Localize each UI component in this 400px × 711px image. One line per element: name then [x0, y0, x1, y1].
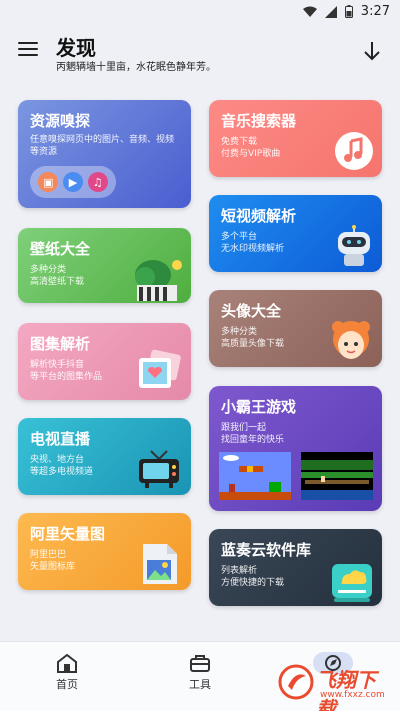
- card-desc: 多种分类 高质量头像下载: [221, 327, 285, 349]
- toolbox-icon: [165, 650, 235, 676]
- card-short-video-parser[interactable]: 短视频解析 多个平台 无水印视频解析: [209, 195, 382, 272]
- card-desc: 任意嗅探网页中的图片、音频、视频等资源: [30, 135, 175, 157]
- card-desc: 央视、地方台 等超多电视频道: [30, 455, 94, 477]
- media-icons-pill: ▣ ▶ ♫: [30, 166, 116, 198]
- page-title: 发现: [56, 36, 96, 60]
- card-desc: 多个平台 无水印视频解析: [221, 232, 285, 254]
- card-lanzou-software[interactable]: 蓝奏云软件库 列表解析 方便快捷的下载: [209, 529, 382, 606]
- card-music-search[interactable]: 音乐搜索器 免费下载 付费与VIP歌曲: [209, 100, 382, 177]
- card-title: 资源嗅探: [30, 112, 91, 130]
- signal-icon: [324, 5, 337, 18]
- wifi-icon: [302, 6, 317, 17]
- page-subtitle: 丙魍辆墙十里亩，水花眠色静年芳。: [56, 62, 216, 73]
- card-title: 图集解析: [30, 335, 91, 353]
- nav-home[interactable]: 首页: [32, 650, 102, 692]
- girl-avatar-icon: [332, 321, 370, 359]
- card-title: 蓝奏云软件库: [221, 541, 312, 559]
- card-title: 小霸王游戏: [221, 398, 297, 416]
- tree-house-icon: [135, 260, 182, 301]
- battery-icon: [344, 5, 353, 18]
- card-title: 壁纸大全: [30, 240, 91, 258]
- menu-icon-line: [18, 42, 38, 44]
- card-title: 短视频解析: [221, 207, 297, 225]
- nav-tools[interactable]: 工具: [165, 650, 235, 692]
- tools-grid: 资源嗅探 任意嗅探网页中的图片、音频、视频等资源 ▣ ▶ ♫ 壁纸大全 多种分类…: [0, 80, 400, 640]
- card-desc: 免费下载 付费与VIP歌曲: [221, 137, 281, 159]
- status-time: 3:27: [360, 4, 390, 19]
- card-title: 头像大全: [221, 302, 282, 320]
- image-file-icon: [143, 544, 177, 584]
- watermark-sub: www.fxxz.com: [320, 690, 385, 700]
- card-fc-games[interactable]: 小霸王游戏 跟我们一起 找回童年的快乐: [209, 386, 382, 511]
- watermark-circle-icon: [278, 664, 314, 700]
- card-desc: 列表解析 方便快捷的下载: [221, 566, 285, 588]
- game-screenshot-mario: [219, 452, 291, 500]
- photo-frame-icon: [139, 349, 181, 388]
- cloud-drive-icon: [332, 564, 372, 602]
- status-icons: 3:27: [302, 4, 390, 19]
- nav-tools-label: 工具: [189, 678, 211, 691]
- card-wallpapers[interactable]: 壁纸大全 多种分类 高清壁纸下载: [18, 228, 191, 303]
- robot-icon: [338, 225, 370, 266]
- card-title: 电视直播: [30, 430, 91, 448]
- menu-icon-line: [18, 48, 38, 50]
- app-bar: 发现 丙魍辆墙十里亩，水花眠色静年芳。: [0, 24, 400, 80]
- home-icon: [32, 650, 102, 676]
- status-bar: 3:27: [0, 0, 400, 24]
- play-icon: ▶: [62, 172, 83, 192]
- image-icon: ▣: [38, 172, 59, 192]
- card-desc: 跟我们一起 找回童年的快乐: [221, 423, 285, 445]
- card-gallery-parser[interactable]: 图集解析 解析快手抖音 等平台的图集作品: [18, 323, 191, 400]
- music-icon: ♫: [87, 172, 108, 192]
- card-desc: 解析快手抖音 等平台的图集作品: [30, 360, 103, 382]
- download-button[interactable]: [362, 40, 382, 62]
- card-ali-vector[interactable]: 阿里矢量图 阿里巴巴 矢量图标库: [18, 513, 191, 590]
- game-screenshot-contra: [301, 452, 373, 500]
- card-title: 阿里矢量图: [30, 525, 106, 543]
- watermark-text: 飞翔下载: [316, 668, 376, 711]
- card-desc: 阿里巴巴 矢量图标库: [30, 550, 76, 572]
- card-desc: 多种分类 高清壁纸下载: [30, 265, 85, 287]
- arrow-down-icon: [364, 42, 380, 61]
- watermark-logo: 飞翔下载 www.fxxz.com: [276, 660, 394, 711]
- nav-home-label: 首页: [56, 678, 78, 691]
- tv-icon: [139, 450, 179, 488]
- card-title: 音乐搜索器: [221, 112, 297, 130]
- card-resource-sniffer[interactable]: 资源嗅探 任意嗅探网页中的图片、音频、视频等资源 ▣ ▶ ♫: [18, 100, 191, 208]
- card-tv-live[interactable]: 电视直播 央视、地方台 等超多电视频道: [18, 418, 191, 495]
- music-note-icon: [335, 132, 373, 170]
- card-avatars[interactable]: 头像大全 多种分类 高质量头像下载: [209, 290, 382, 367]
- menu-button[interactable]: [18, 42, 38, 58]
- menu-icon-line: [18, 54, 38, 56]
